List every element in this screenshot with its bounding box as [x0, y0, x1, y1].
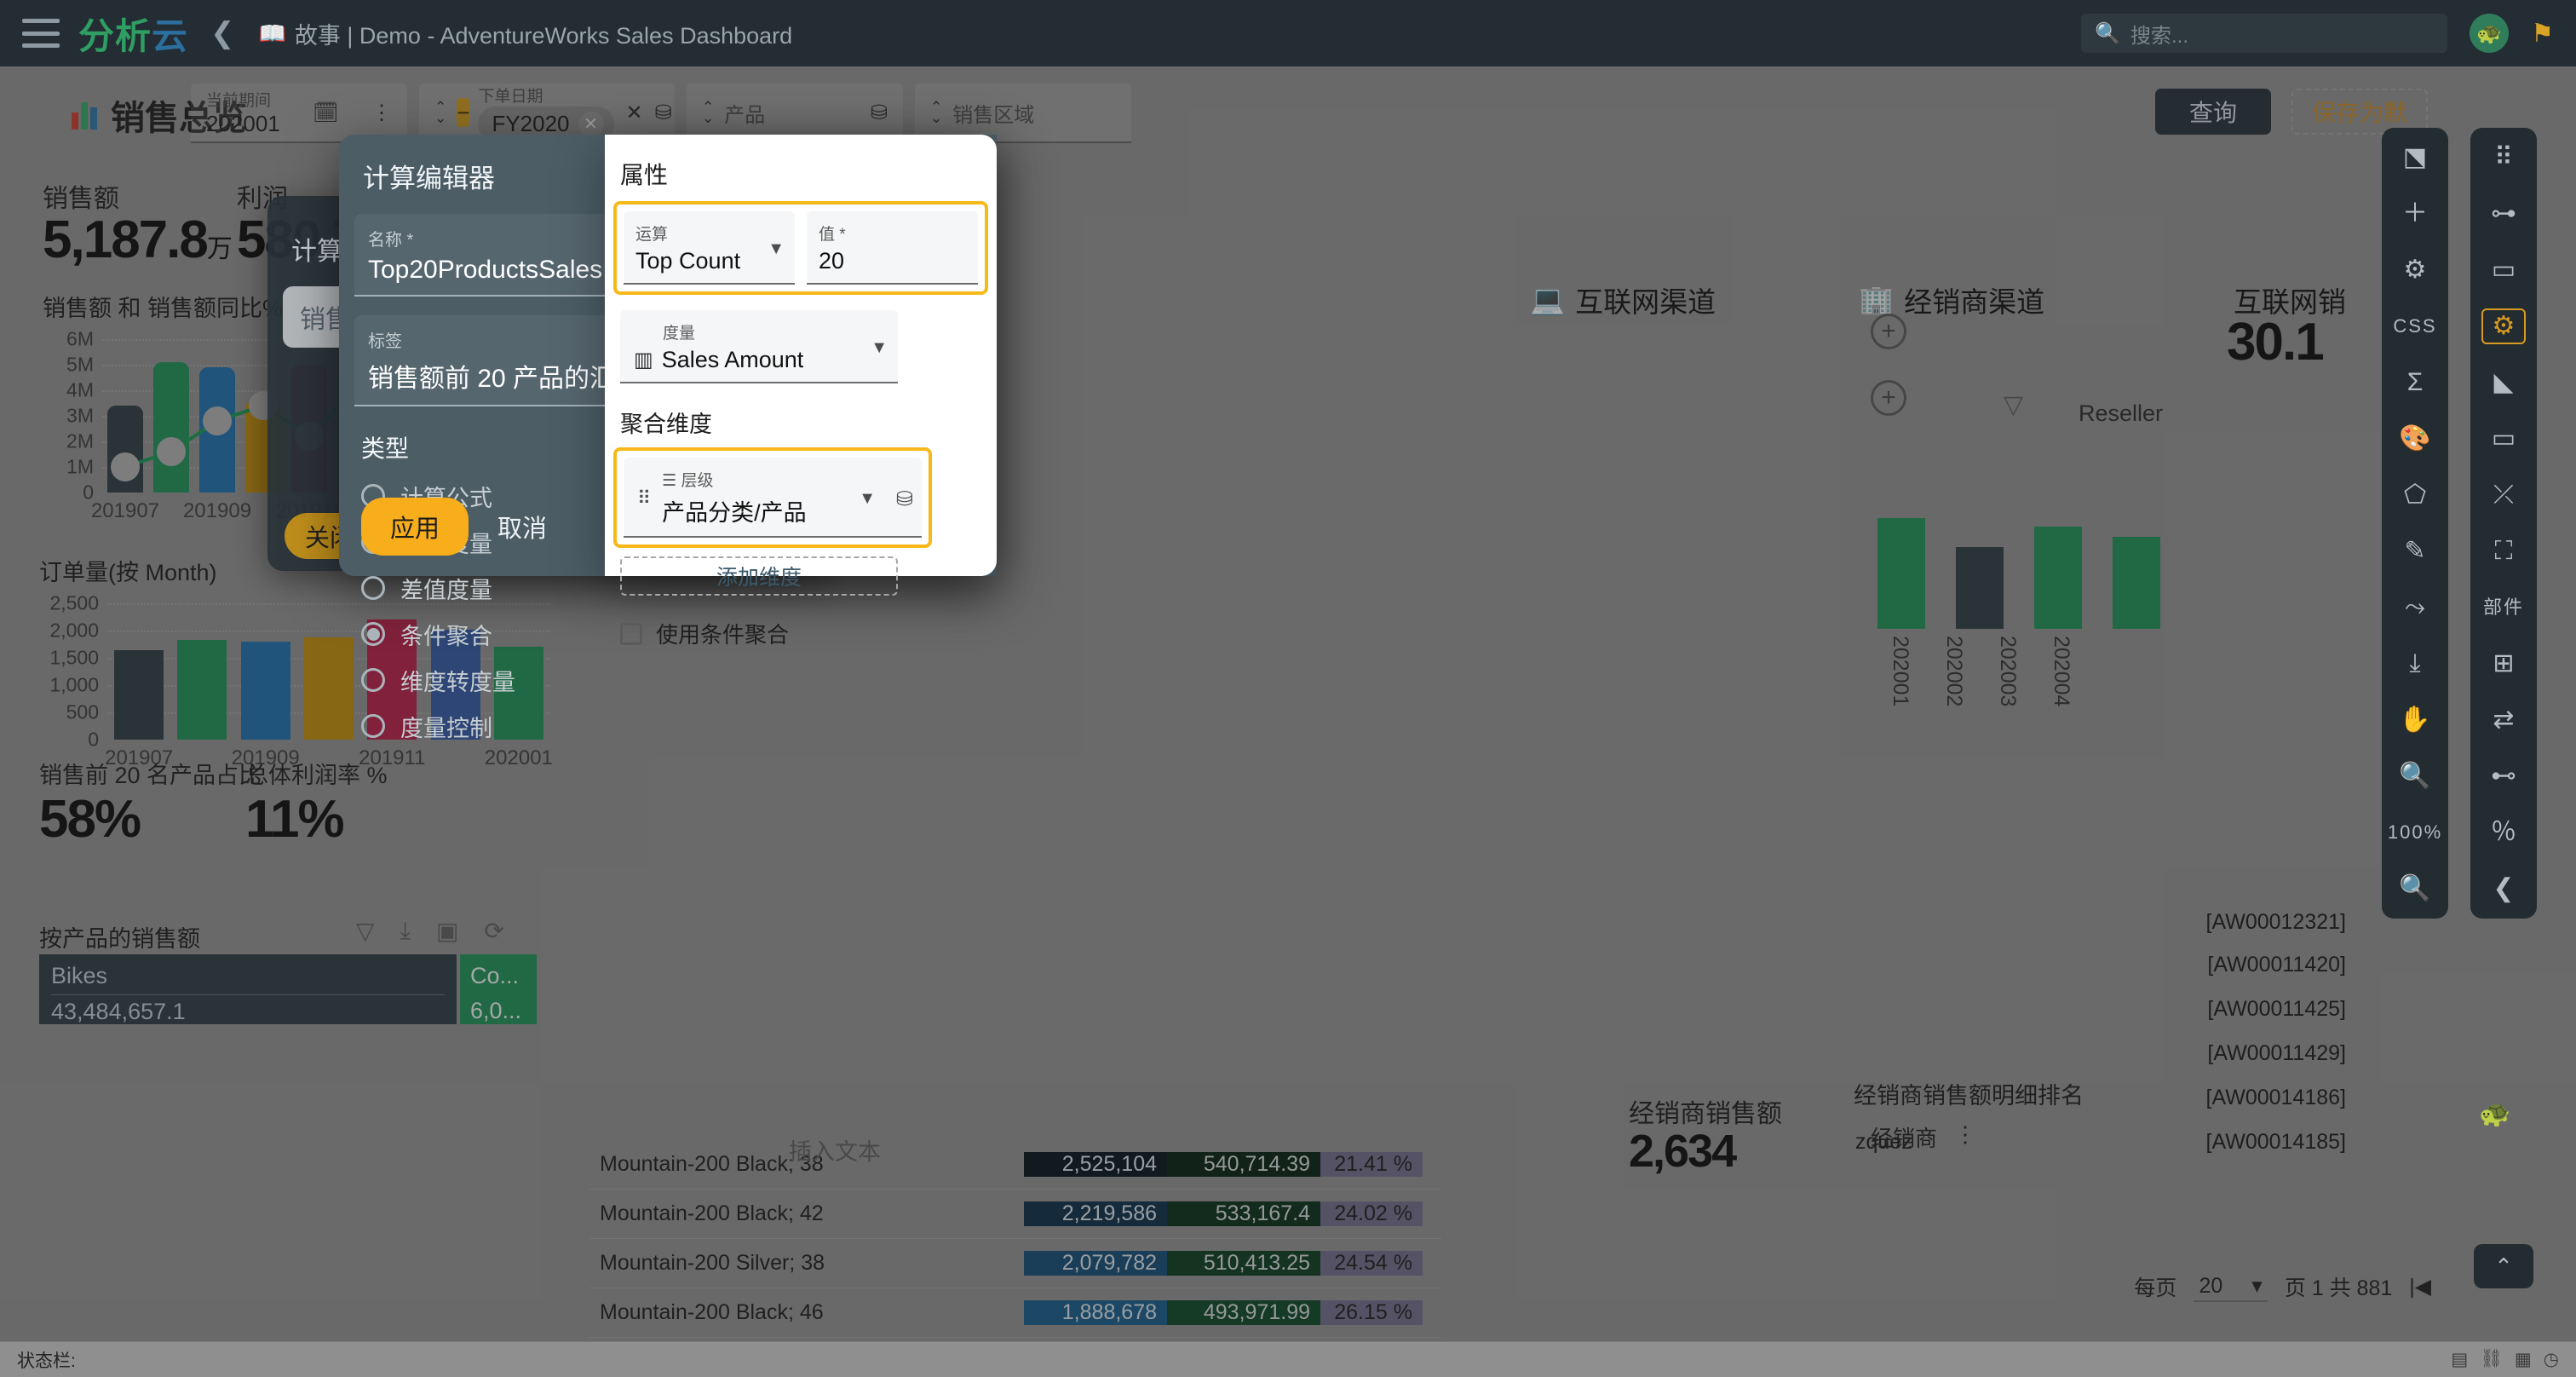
- pencil-icon[interactable]: ✎: [2393, 533, 2437, 569]
- operation-select[interactable]: 运算 Top Count ▼: [624, 211, 795, 285]
- cancel-button[interactable]: 取消: [489, 498, 555, 556]
- radio-icon[interactable]: [361, 668, 385, 692]
- gear-icon[interactable]: ⚙: [2393, 252, 2437, 288]
- toggle-check-icon[interactable]: ⊶: [2481, 196, 2526, 232]
- status-text: 状态栏:: [17, 1351, 76, 1371]
- chart-icon[interactable]: ▤: [2451, 1349, 2468, 1370]
- zoom-in-icon[interactable]: 🔍: [2393, 758, 2437, 794]
- hamburger-icon[interactable]: [22, 19, 60, 48]
- clock-icon[interactable]: ◷: [2544, 1349, 2559, 1370]
- chevron-left-icon[interactable]: ❮: [2481, 871, 2526, 907]
- sigma-icon[interactable]: Σ: [2393, 365, 2437, 400]
- measure-select[interactable]: 度量 ▥ Sales Amount ▼: [620, 310, 898, 383]
- chart-add-icon[interactable]: ⊞: [2481, 646, 2526, 682]
- swap-icon[interactable]: ⇄: [2481, 702, 2526, 738]
- palette-icon[interactable]: 🎨: [2393, 421, 2437, 457]
- fullscreen-icon[interactable]: ⛶: [2481, 533, 2526, 569]
- properties-heading: 属性: [620, 162, 669, 188]
- hand-icon[interactable]: ✋: [2393, 702, 2437, 738]
- checkbox-icon[interactable]: [620, 622, 642, 645]
- status-bar: 状态栏: ▤ ⛓ ▦ ◷: [0, 1341, 2576, 1377]
- use-conditional-aggregation-checkbox[interactable]: 使用条件聚合: [620, 618, 997, 649]
- measure-icon: ▥: [634, 349, 653, 372]
- chevron-down-icon[interactable]: ▼: [871, 338, 888, 358]
- fill-icon[interactable]: ◣: [2481, 365, 2526, 400]
- radio-dimension-to-measure[interactable]: 维度转度量: [361, 660, 997, 700]
- grid-icon[interactable]: ▦: [2515, 1349, 2532, 1370]
- radio-icon-selected[interactable]: [361, 622, 385, 646]
- shuffle-icon[interactable]: ⤫: [2481, 477, 2526, 513]
- turtle-icon: 🐢: [2479, 1100, 2511, 1128]
- right-toolbar-primary[interactable]: ⬔ ＋ ⚙ CSS Σ 🎨 ⬠ ✎ ⤳ ⤓ ✋ 🔍 100% 🔍: [2382, 128, 2448, 919]
- device-icon[interactable]: ▭: [2481, 421, 2526, 457]
- level-icon: ☰: [662, 472, 677, 490]
- chevron-down-icon[interactable]: ▼: [859, 489, 876, 509]
- toggle-icon[interactable]: ⊷: [2481, 758, 2526, 794]
- widget-text: 部件: [2482, 596, 2524, 618]
- radio-icon[interactable]: [361, 576, 385, 600]
- gear-box-icon[interactable]: ⚙: [2481, 308, 2526, 344]
- drag-handle-icon[interactable]: ⠿: [637, 488, 651, 507]
- radio-icon[interactable]: [361, 714, 385, 738]
- chevron-down-icon[interactable]: ▼: [768, 239, 785, 259]
- aggregation-dimension-heading: 聚合维度: [620, 412, 712, 437]
- app-bar: 分析云 ❮ 📖 故事 | Demo - AdventureWorks Sales…: [0, 0, 2576, 66]
- hierarchy-icon[interactable]: ⛁: [896, 487, 913, 511]
- back-icon[interactable]: ❮: [210, 16, 235, 50]
- collapse-rail-button[interactable]: ⌃: [2474, 1244, 2533, 1288]
- brand-logo: 分析云: [78, 15, 189, 56]
- properties-panel[interactable]: 属性 运算 Top Count ▼ 值 * 20 度量 ▥ Sales Amou…: [605, 135, 997, 648]
- link-icon[interactable]: ⛓: [2480, 1349, 2503, 1370]
- apply-button[interactable]: 应用: [361, 498, 469, 556]
- radio-measure-control[interactable]: 度量控制: [361, 706, 997, 746]
- avatar[interactable]: 🐢: [2470, 14, 2510, 53]
- percent-icon[interactable]: ％: [2481, 815, 2526, 850]
- right-toolbar-secondary[interactable]: ⠿ ⊶ ▭ ⚙ ◣ ▭ ⤫ ⛶ 部件 ⊞ ⇄ ⊷ ％ ❮: [2470, 128, 2537, 919]
- zoom-text: 100%: [2387, 821, 2443, 843]
- level-dimension-row[interactable]: ⠿ ☰ 层级 产品分类/产品 ▼ ⛁: [624, 458, 922, 538]
- shapes-icon[interactable]: ⬠: [2393, 477, 2437, 513]
- css-text: CSS: [2393, 315, 2437, 337]
- breadcrumb: 故事 | Demo - AdventureWorks Sales Dashboa…: [294, 22, 793, 49]
- search-input[interactable]: 🔍 搜索...: [2081, 14, 2448, 53]
- cube-icon[interactable]: ⬔: [2393, 140, 2437, 176]
- grip-icon[interactable]: ⠿: [2481, 140, 2526, 176]
- card-icon[interactable]: ▭: [2481, 252, 2526, 288]
- plus-icon[interactable]: ＋: [2393, 196, 2437, 232]
- add-dimension-button[interactable]: 添加维度: [620, 556, 898, 596]
- zoom-out-icon[interactable]: 🔍: [2393, 871, 2437, 907]
- book-icon: 📖: [258, 20, 286, 46]
- download-icon[interactable]: ⤓: [2393, 646, 2437, 682]
- flag-icon[interactable]: ⚑: [2531, 19, 2554, 49]
- highlight-operation-value: 运算 Top Count ▼ 值 * 20: [613, 201, 988, 295]
- share-icon[interactable]: ⤳: [2393, 590, 2437, 625]
- highlight-level-dimension: ⠿ ☰ 层级 产品分类/产品 ▼ ⛁: [613, 447, 932, 548]
- search-icon: 🔍: [2095, 21, 2120, 45]
- value-input[interactable]: 值 * 20: [807, 211, 978, 285]
